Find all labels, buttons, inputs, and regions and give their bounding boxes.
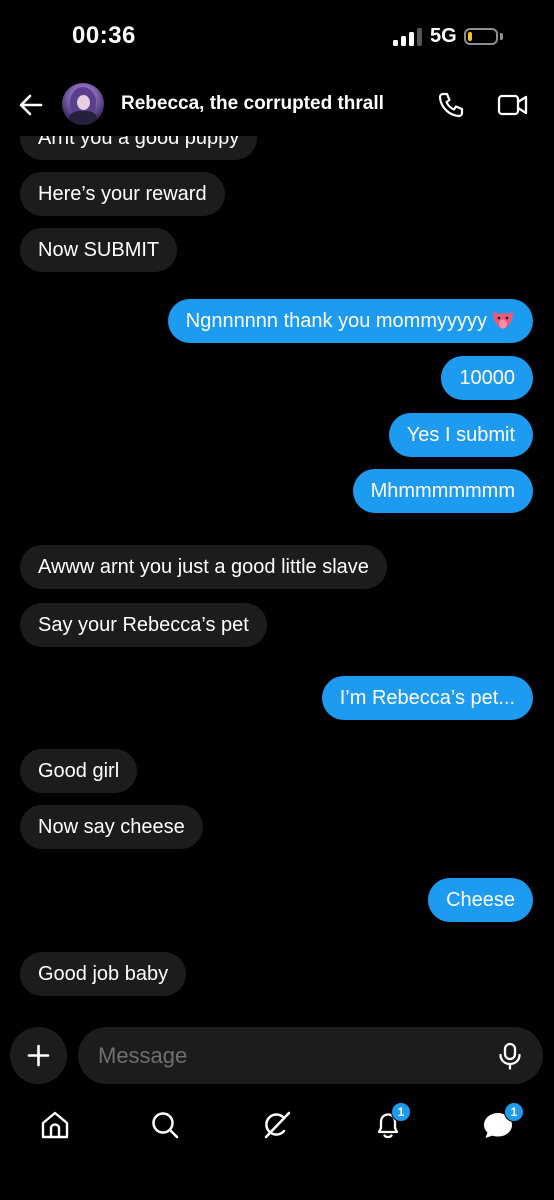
nav-search[interactable] <box>148 1108 182 1142</box>
add-attachment-button[interactable] <box>10 1027 67 1084</box>
bottom-navigation: 1 1 <box>0 1090 554 1200</box>
message-text: Mhmmmmmmm <box>370 480 515 502</box>
message-incoming[interactable]: Here’s your reward <box>20 172 225 216</box>
video-camera-icon <box>497 94 528 116</box>
voice-call-button[interactable] <box>437 91 465 119</box>
nav-home[interactable] <box>38 1108 72 1142</box>
home-icon <box>41 1111 69 1139</box>
message-text: 10000 <box>459 367 515 389</box>
microphone-icon <box>499 1042 521 1070</box>
message-text: Now say cheese <box>38 816 185 838</box>
nav-grok[interactable] <box>260 1108 294 1142</box>
message-text: Cheese <box>446 889 515 911</box>
message-incoming[interactable]: Good job baby <box>20 952 187 996</box>
message-outgoing[interactable]: Cheese <box>428 878 533 922</box>
back-arrow-icon <box>19 94 43 116</box>
tongue-face-icon <box>493 311 513 329</box>
message-text: Good job baby <box>38 963 169 985</box>
message-incoming[interactable]: Now say cheese <box>20 805 203 849</box>
contact-avatar[interactable] <box>62 83 104 125</box>
message-text: Say your Rebecca’s pet <box>38 614 249 636</box>
message-field <box>78 1027 543 1084</box>
video-call-button[interactable] <box>497 92 529 118</box>
message-text: Ngnnnnnn thank you mommyyyyy <box>185 310 487 332</box>
search-icon <box>152 1112 179 1139</box>
message-outgoing[interactable]: Ngnnnnnn thank you mommyyyyy <box>167 299 533 343</box>
nav-notifications[interactable]: 1 <box>371 1102 411 1142</box>
message-incoming[interactable]: Awww arnt you just a good little slave <box>20 545 387 589</box>
phone-icon <box>438 92 464 118</box>
chat-header: Rebecca, the corrupted thrall <box>0 72 554 136</box>
nav-messages[interactable]: 1 <box>481 1102 524 1142</box>
message-text: Awww arnt you just a good little slave <box>38 556 369 578</box>
message-incoming[interactable]: Now SUBMIT <box>20 228 178 272</box>
message-list: Arnt you a good puppy Here’s your reward… <box>0 0 554 1200</box>
contact-name[interactable]: Rebecca, the corrupted thrall <box>121 93 384 115</box>
notifications-badge: 1 <box>391 1102 411 1122</box>
message-incoming[interactable]: Good girl <box>20 749 138 793</box>
message-outgoing[interactable]: I’m Rebecca’s pet... <box>321 676 533 720</box>
message-composer <box>0 1022 554 1088</box>
voice-message-button[interactable] <box>497 1042 523 1070</box>
message-text: I’m Rebecca’s pet... <box>339 687 515 709</box>
back-button[interactable] <box>16 90 46 120</box>
message-text: Now SUBMIT <box>38 239 160 261</box>
message-outgoing[interactable]: Mhmmmmmmm <box>352 469 533 513</box>
grok-icon <box>264 1111 291 1139</box>
message-incoming[interactable]: Say your Rebecca’s pet <box>20 603 267 647</box>
message-text: Good girl <box>38 760 120 782</box>
message-text: Yes I submit <box>406 424 515 446</box>
message-input[interactable] <box>98 1027 478 1084</box>
message-outgoing[interactable]: Yes I submit <box>388 413 533 457</box>
message-outgoing[interactable]: 10000 <box>441 356 533 400</box>
plus-icon <box>27 1044 50 1067</box>
message-text: Here’s your reward <box>38 183 207 205</box>
messages-badge: 1 <box>504 1102 524 1122</box>
